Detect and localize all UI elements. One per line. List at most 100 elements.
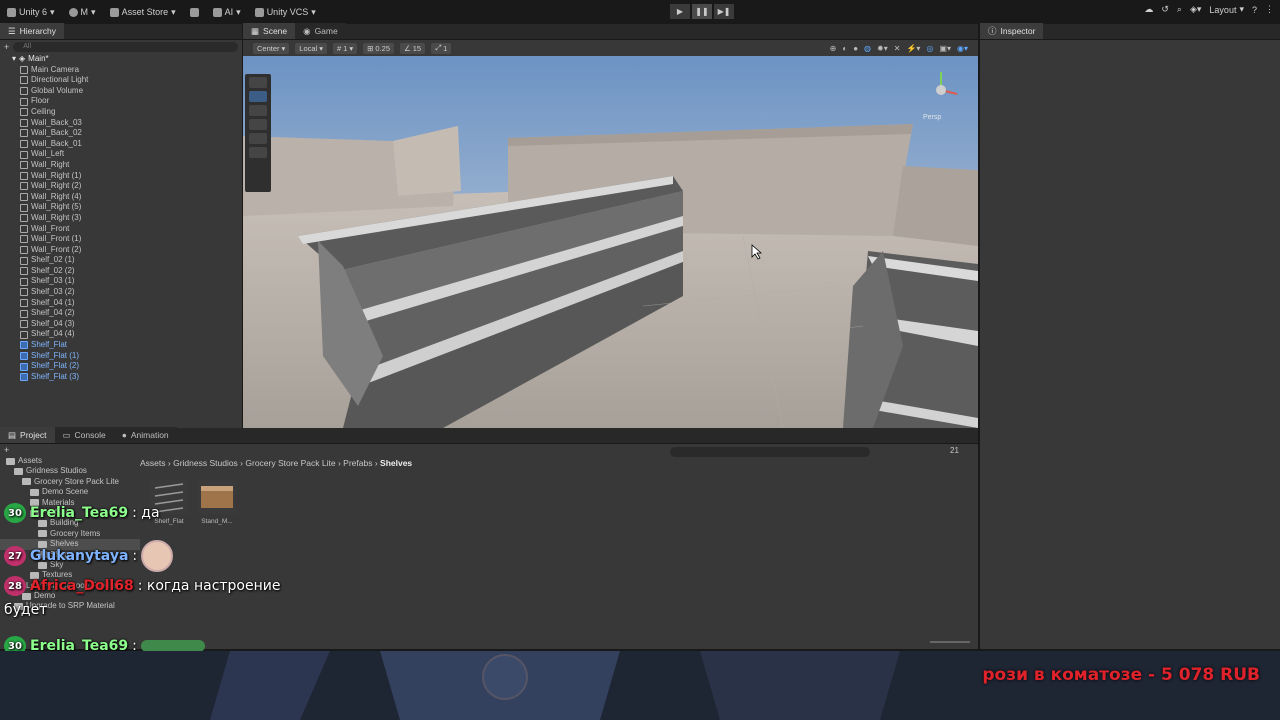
hierarchy-item[interactable]: Main Camera [20,65,242,76]
orientation-icon[interactable]: ⊕ [830,44,837,53]
pause-button[interactable]: ❚❚ [692,4,712,19]
hierarchy-item[interactable]: Floor [20,96,242,107]
ai-button[interactable]: AI ▾ [206,7,248,18]
hierarchy-item-label: Shelf_02 (2) [31,265,75,275]
hierarchy-item[interactable]: Wall_Front (1) [20,234,242,245]
hierarchy-search-input[interactable]: All [13,42,238,52]
hierarchy-item[interactable]: Shelf_04 (3) [20,319,242,330]
audio-icon[interactable]: ✕ [894,44,901,53]
move-tool-icon[interactable] [249,91,267,102]
project-folder[interactable]: Assets [0,456,140,466]
hierarchy-item[interactable]: Shelf_04 (1) [20,298,242,309]
project-folder[interactable]: Grocery Store Pack Lite [0,477,140,487]
gizmos-icon[interactable]: ◉▾ [957,44,968,53]
tab-inspector[interactable]: ⓘ Inspector [980,23,1044,39]
help-icon[interactable]: ? [1252,5,1257,15]
scale-tool-icon[interactable] [249,119,267,130]
tab-game[interactable]: ◉ Game [295,23,346,39]
tab-scene[interactable]: ▦ Scene [243,23,296,39]
snap-field[interactable]: ⊞ 0.25 [363,42,394,54]
space-dropdown[interactable]: Local ▾ [295,42,327,54]
camera-icon[interactable]: ▣▾ [939,44,951,53]
effects-icon[interactable]: ✹▾ [877,44,888,53]
breadcrumb-item[interactable]: Gridness Studios [173,458,238,468]
hierarchy-item[interactable]: Wall_Right (2) [20,181,242,192]
hierarchy-item[interactable]: Global Volume [20,86,242,97]
project-folder[interactable]: Grocery Items [0,529,140,539]
hierarchy-item[interactable]: Wall_Right [20,160,242,171]
vcs-button[interactable]: Unity VCS ▾ [248,7,323,18]
hierarchy-item[interactable]: Wall_Back_01 [20,139,242,150]
history-icon[interactable]: ↺ [1161,4,1169,15]
more-icon[interactable]: ⋮ [1265,4,1274,15]
tab-console[interactable]: ▭ Console [54,427,114,443]
search-icon[interactable]: ⌕ [1177,4,1182,15]
fx-icon[interactable]: ⚡▾ [906,44,920,53]
hierarchy-item[interactable]: Ceiling [20,107,242,118]
gameobject-icon [20,65,28,74]
gameobject-icon [20,118,28,127]
tab-project[interactable]: ▤ Project [0,427,55,443]
hierarchy-item[interactable]: Wall_Back_03 [20,118,242,129]
hierarchy-item[interactable]: Shelf_03 (2) [20,287,242,298]
view-tool-icon[interactable] [249,77,267,88]
breadcrumb-item[interactable]: Assets [140,458,166,468]
hierarchy-item[interactable]: Wall_Back_02 [20,128,242,139]
shading-icon[interactable]: ◐ [842,44,847,53]
scene-root[interactable]: ▾ ◈ Main* [12,54,242,65]
visibility-icon[interactable]: ◎ [926,44,933,53]
scale-field[interactable]: ⤢ 1 [431,42,452,54]
play-button[interactable]: ▶ [670,4,690,19]
hierarchy-item[interactable]: Wall_Left [20,149,242,160]
layout-dropdown[interactable]: Layout ▾ [1209,4,1244,15]
hierarchy-item[interactable]: Shelf_02 (1) [20,255,242,266]
layers-dropdown[interactable]: ◈▾ [1190,4,1201,15]
hierarchy-item[interactable]: Directional Light [20,75,242,86]
hierarchy-item[interactable]: Shelf_04 (2) [20,308,242,319]
console-icon: ▭ [62,429,71,440]
project-folder[interactable]: Demo Scene [0,487,140,497]
step-button[interactable]: ▶❚ [714,4,734,19]
hierarchy-item[interactable]: Wall_Front [20,224,242,235]
sphere-icon[interactable]: ◍ [864,44,871,53]
hierarchy-item[interactable]: Shelf_04 (4) [20,329,242,340]
mouse-cursor-icon [751,244,763,262]
asset-store-button[interactable]: Asset Store ▾ [103,7,183,18]
tab-hierarchy[interactable]: ☰ Hierarchy [0,23,64,39]
rotate-tool-icon[interactable] [249,105,267,116]
hierarchy-prefab-item[interactable]: Shelf_Flat [20,340,242,351]
add-asset-icon[interactable]: + [4,445,9,455]
hierarchy-prefab-item[interactable]: Shelf_Flat (1) [20,351,242,362]
pivot-dropdown[interactable]: Center ▾ [253,42,290,54]
lit-icon[interactable]: ● [853,44,858,53]
hierarchy-item[interactable]: Shelf_03 (1) [20,276,242,287]
add-icon[interactable]: + [4,42,9,52]
breadcrumb-item[interactable]: Prefabs [343,458,372,468]
hierarchy-item[interactable]: Wall_Right (1) [20,171,242,182]
transform-tool-icon[interactable] [249,147,267,158]
cloud-icon[interactable]: ☁ [1144,4,1153,15]
breadcrumb-item[interactable]: Shelves [380,458,412,468]
gameobject-icon [20,320,28,329]
scene-gizmo[interactable] [925,68,965,108]
scene-viewport[interactable]: Persp [243,56,978,428]
hierarchy-prefab-item[interactable]: Shelf_Flat (2) [20,361,242,372]
hierarchy-item[interactable]: Wall_Right (5) [20,202,242,213]
hierarchy-item[interactable]: Wall_Right (4) [20,192,242,203]
account-menu[interactable]: M ▾ [62,7,103,18]
project-search-input[interactable] [670,447,870,457]
breadcrumb-item[interactable]: Grocery Store Pack Lite [245,458,335,468]
hierarchy-prefab-item[interactable]: Shelf_Flat (3) [20,372,242,383]
project-folder[interactable]: Gridness Studios [0,466,140,476]
package-button[interactable] [183,7,206,17]
angle-field[interactable]: ∠ 15 [400,42,426,54]
hierarchy-item[interactable]: Wall_Right (3) [20,213,242,224]
thumbnail-size-slider[interactable] [930,641,970,643]
tab-animation[interactable]: ● Animation [113,427,177,443]
hierarchy-item[interactable]: Shelf_02 (2) [20,266,242,277]
hierarchy-item[interactable]: Wall_Front (2) [20,245,242,256]
rect-tool-icon[interactable] [249,133,267,144]
asset-tile[interactable]: Stand_M... [196,480,238,525]
unity-menu[interactable]: Unity 6 ▾ [0,7,62,18]
grid-toggle[interactable]: #1 ▾ [332,42,358,54]
